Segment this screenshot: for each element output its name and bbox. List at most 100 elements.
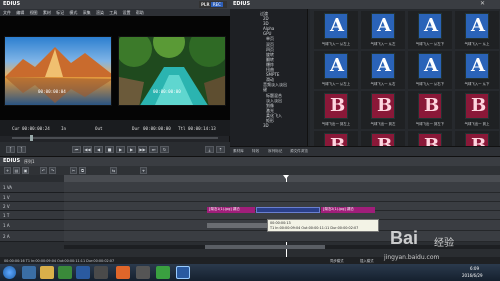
folder-icon[interactable] [40, 266, 54, 279]
app-icon[interactable] [94, 266, 108, 279]
effect-label: 气球飞出一 到左上 [321, 122, 351, 126]
menu-tools[interactable]: 工具 [109, 9, 117, 16]
track-header-v2[interactable]: 2 V [0, 202, 64, 211]
firefox-icon[interactable] [116, 266, 130, 279]
source-preview-image [4, 36, 112, 106]
tab-sequence-marker[interactable]: 序列标记 [268, 149, 282, 154]
track-header-v1[interactable]: 1 V [0, 193, 64, 202]
track-headers: 1 VA 1 V 2 V 1 T 1 A 2 A [0, 182, 64, 242]
effects-tree-list: 过渡 2D 3D Alpha GPU 单页 双页 四页 旋转 翻转 爆炸 扭曲 … [260, 11, 306, 128]
word-icon[interactable] [76, 266, 90, 279]
tree-item[interactable]: 3D [260, 123, 306, 128]
save-button[interactable]: ▣ [22, 167, 29, 174]
track-header-t1[interactable]: 1 T [0, 211, 64, 220]
effect-thumbnail[interactable]: B气球飞出一 到右上 [314, 131, 358, 146]
effect-thumbnail[interactable]: B 气球飞出一 到左 [361, 91, 405, 129]
effect-thumbnail[interactable]: A 气球飞入一 从左上 [314, 51, 358, 89]
tab-source-browser[interactable]: 源文件浏览 [290, 149, 308, 154]
menu-capture[interactable]: 采集 [83, 9, 91, 16]
effect-preview-card: A [418, 13, 442, 39]
track-header-a2[interactable]: 2 A [0, 231, 64, 242]
insert-button[interactable]: ⤓ [205, 146, 214, 153]
overwrite-button[interactable]: ⤒ [216, 146, 225, 153]
effect-thumbnail[interactable]: B气球飞出一 到下 [455, 131, 499, 146]
effect-thumbnail[interactable]: A 气球飞入一 从右 [361, 51, 405, 89]
effect-thumbnail[interactable]: A 气球飞入一 从左下 [408, 11, 452, 49]
effect-letter: B [424, 135, 440, 146]
rewind-button[interactable]: ◀◀ [83, 146, 92, 153]
set-in-button[interactable]: ⎡ [6, 146, 15, 153]
playback-slider[interactable] [12, 137, 218, 139]
step-forward-button[interactable]: ▶ [127, 146, 136, 153]
effect-thumbnail[interactable]: B气球飞出一 到右下 [408, 131, 452, 146]
effect-thumbnail[interactable]: A 气球飞入一 从上 [455, 11, 499, 49]
track-header-va[interactable]: 1 VA [0, 182, 64, 193]
effect-thumbnail[interactable]: A 气球飞入一 从左 [361, 11, 405, 49]
menu-render[interactable]: 渲染 [96, 9, 104, 16]
lane-v1[interactable] [64, 193, 500, 202]
clock-date: 2016/6/29 [462, 273, 483, 278]
mode-switch[interactable]: PLR REC [199, 1, 227, 8]
effect-preview-card: B [418, 133, 442, 146]
media-icon[interactable] [136, 266, 150, 279]
effect-label: 气球飞入一 从左 [370, 42, 396, 46]
step-back-button[interactable]: ◀ [94, 146, 103, 153]
timeline-clip[interactable]: [湖泊2(1).jpg] 湖泊 [321, 207, 375, 213]
start-button[interactable] [3, 266, 16, 279]
close-icon[interactable]: ✕ [480, 0, 485, 7]
scrollbar-thumb[interactable] [205, 245, 325, 249]
watermark-url: jingyan.baidu.com [384, 254, 440, 261]
effects-thumbnail-grid: A 气球飞入一 从左上 A 气球飞入一 从左 A 气球飞入一 从左下 A 气球飞入一 从上 A 气… [310, 9, 500, 146]
sequence-name: 序列1 [24, 159, 35, 164]
track-label: 2 V [3, 204, 10, 209]
undo-button[interactable]: ↶ [40, 167, 47, 174]
play-button[interactable]: ▶ [116, 146, 125, 153]
effect-thumbnail[interactable]: B 气球飞出一 到左下 [408, 91, 452, 129]
lane-va[interactable] [64, 182, 500, 193]
effect-thumbnail[interactable]: B气球飞出一 到右 [361, 131, 405, 146]
ripple-button[interactable]: ⇆ [110, 167, 117, 174]
next-edit-button[interactable]: ⏭ [149, 146, 158, 153]
menu-view[interactable]: 视图 [30, 9, 38, 16]
tab-bin[interactable]: 素材库 [233, 149, 244, 154]
effect-preview-card: A [371, 53, 395, 79]
set-out-button[interactable]: ⎤ [17, 146, 26, 153]
menu-file[interactable]: 文件 [3, 9, 11, 16]
player-menubar: 文件 编辑 视图 素材 标记 模式 采集 渲染 工具 设置 帮助 [0, 9, 230, 16]
new-sequence-button[interactable]: + [4, 167, 11, 174]
menu-marker[interactable]: 标记 [56, 9, 64, 16]
snap-button[interactable]: ⌖ [140, 167, 147, 174]
menu-help[interactable]: 帮助 [136, 9, 144, 16]
timeline-ruler[interactable] [64, 175, 500, 182]
track-header-a1[interactable]: 1 A [0, 220, 64, 231]
slider-handle[interactable] [30, 135, 33, 141]
active-app-icon[interactable] [176, 266, 190, 279]
redo-button[interactable]: ↷ [49, 167, 56, 174]
playhead-marker-icon[interactable] [283, 175, 289, 179]
effect-thumbnail[interactable]: A 气球飞入一 从下 [455, 51, 499, 89]
ie-icon[interactable] [22, 266, 36, 279]
effect-preview-card: A [371, 13, 395, 39]
edius-icon[interactable] [156, 266, 170, 279]
effect-label: 气球飞出一 到左下 [415, 122, 445, 126]
tab-effects[interactable]: 特效 [252, 149, 259, 154]
menu-mode[interactable]: 模式 [69, 9, 77, 16]
loop-button[interactable]: ↻ [160, 146, 169, 153]
fast-forward-button[interactable]: ▶▶ [138, 146, 147, 153]
copy-button[interactable]: ⧉ [79, 167, 86, 174]
cut-button[interactable]: ✂ [70, 167, 77, 174]
menu-edit[interactable]: 编辑 [16, 9, 24, 16]
effect-thumbnail[interactable]: B 气球飞出一 到左上 [314, 91, 358, 129]
player-icon[interactable] [58, 266, 72, 279]
transition-clip[interactable] [256, 207, 320, 213]
menu-clip[interactable]: 素材 [43, 9, 51, 16]
timeline-clip[interactable]: [湖泊1(1).jpg] 湖泊 [207, 207, 255, 213]
effect-thumbnail[interactable]: A 气球飞入一 从右下 [408, 51, 452, 89]
open-project-button[interactable]: ▤ [13, 167, 20, 174]
effect-thumbnail[interactable]: A 气球飞入一 从左上 [314, 11, 358, 49]
stop-button[interactable]: ■ [105, 146, 114, 153]
prev-edit-button[interactable]: ⏮ [72, 146, 81, 153]
effect-letter: A [377, 15, 391, 36]
effect-thumbnail[interactable]: B 气球飞出一 到上 [455, 91, 499, 129]
menu-settings[interactable]: 设置 [123, 9, 131, 16]
